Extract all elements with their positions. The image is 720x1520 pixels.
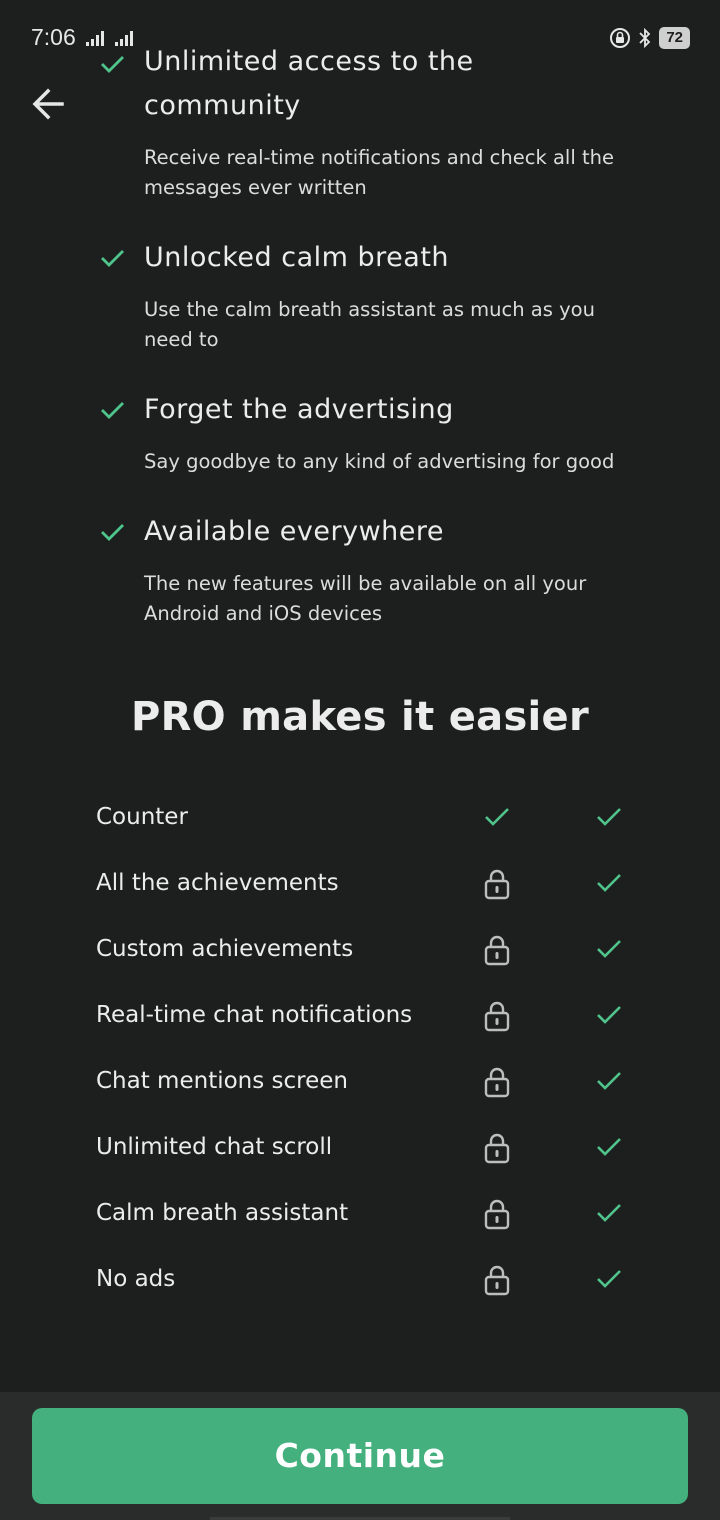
comparison-row-label: Chat mentions screen (96, 1068, 349, 1094)
lock-icon (484, 1001, 510, 1032)
feature-description: Say goodbye to any kind of advertising f… (144, 450, 615, 473)
status-right: 72 (609, 27, 690, 49)
check-icon (597, 1138, 621, 1156)
feature-title: Available everywhere (144, 516, 444, 547)
feature-description: The new features will be available on al… (144, 572, 587, 625)
check-icon (485, 808, 509, 826)
check-icon (597, 1006, 621, 1024)
comparison-row: No ads (96, 1246, 656, 1312)
check-icon (101, 250, 124, 267)
comparison-row: Chat mentions screen (96, 1048, 656, 1114)
battery-indicator: 72 (659, 27, 690, 49)
comparison-heading: PRO makes it easier (130, 694, 590, 740)
comparison-row-label: All the achievements (96, 870, 339, 896)
comparison-row: Custom achievements (96, 916, 656, 982)
comparison-row: Counter (96, 784, 656, 850)
bluetooth-icon (639, 27, 651, 49)
feature-title-continued: community (144, 90, 301, 121)
check-icon (597, 1204, 621, 1222)
check-icon (597, 874, 621, 892)
check-icon (597, 1072, 621, 1090)
check-icon (597, 1270, 621, 1288)
bottom-bar: Continue (0, 1392, 720, 1520)
lock-icon (484, 935, 510, 966)
feature-description: Receive real-time notifications and chec… (144, 146, 614, 199)
lock-icon (484, 869, 510, 900)
comparison-row-label: No ads (96, 1266, 176, 1292)
back-button[interactable] (28, 84, 68, 124)
comparison-row-label: Unlimited chat scroll (96, 1134, 333, 1160)
comparison-row: Unlimited chat scroll (96, 1114, 656, 1180)
feature-title: Unlocked calm breath (144, 242, 450, 273)
arrow-left-icon (32, 88, 64, 120)
signal-icon (86, 30, 104, 46)
check-icon (597, 940, 621, 958)
feature-description: Use the calm breath assistant as much as… (144, 298, 595, 351)
status-time: 7:06 (31, 24, 76, 50)
lock-icon (484, 1133, 510, 1164)
comparison-row-label: Counter (96, 804, 188, 830)
signal-icon (115, 30, 133, 46)
comparison-row: All the achievements (96, 850, 656, 916)
continue-button[interactable]: Continue (32, 1408, 688, 1504)
lock-icon (484, 1199, 510, 1230)
lock-rotation-icon (610, 28, 631, 48)
lock-icon (484, 1265, 510, 1296)
comparison-row-label: Calm breath assistant (96, 1200, 349, 1226)
lock-icon (484, 1067, 510, 1098)
comparison-row-label: Custom achievements (96, 936, 354, 962)
check-icon (597, 808, 621, 826)
check-icon (101, 524, 124, 541)
comparison-row: Calm breath assistant (96, 1180, 656, 1246)
comparison-row-label: Real-time chat notifications (96, 1002, 413, 1028)
check-icon (101, 402, 124, 419)
status-bar: 7:06 72 (0, 0, 720, 78)
feature-title: Forget the advertising (144, 394, 454, 425)
comparison-row: Real-time chat notifications (96, 982, 656, 1048)
